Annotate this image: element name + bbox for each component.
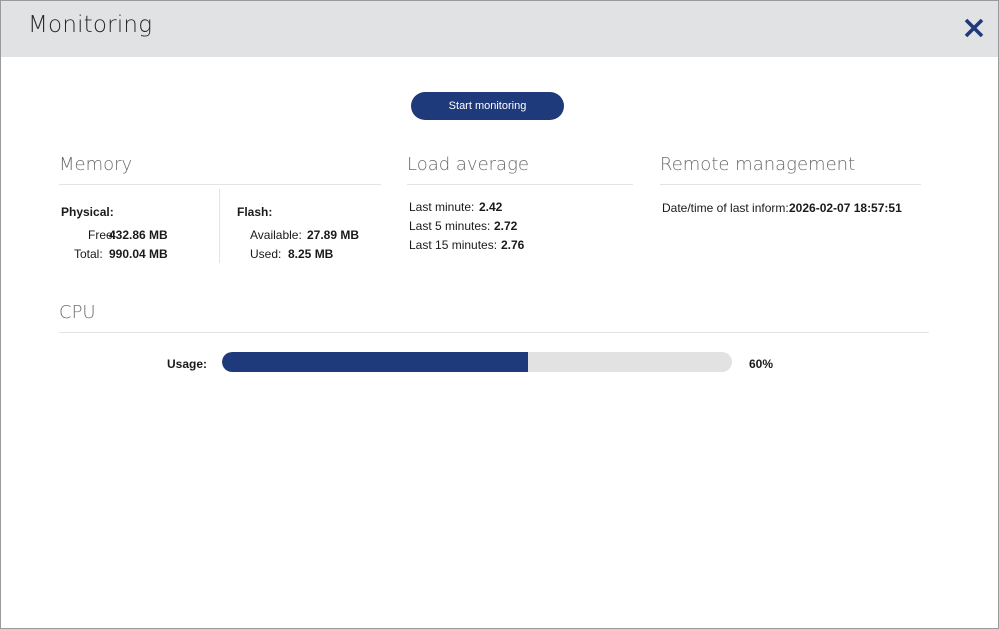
- remote-management-divider: [660, 184, 921, 185]
- flash-available-label: Available:: [250, 228, 302, 242]
- flash-used-value: 8.25 MB: [288, 247, 334, 261]
- physical-total-label: Total:: [74, 247, 103, 261]
- cpu-usage-label: Usage:: [167, 357, 208, 371]
- flash-available-value: 27.89 MB: [307, 228, 360, 242]
- dialog-title: Monitoring: [28, 12, 153, 38]
- start-monitoring-button[interactable]: Start monitoring: [411, 92, 564, 120]
- last-inform-value: 2026-02-07 18:57:51: [789, 201, 902, 215]
- load-last-minute-value: 2.42: [479, 200, 503, 214]
- flash-heading: Flash:: [237, 205, 273, 219]
- load-last-minute-label: Last minute:: [409, 200, 475, 214]
- last-inform-label: Date/time of last inform:: [662, 201, 789, 215]
- physical-total-value: 990.04 MB: [109, 247, 168, 261]
- flash-used-label: Used:: [250, 247, 282, 261]
- cpu-section-title: CPU: [59, 302, 96, 323]
- load-last-5-minutes-value: 2.72: [494, 219, 518, 233]
- load-last-15-minutes-label: Last 15 minutes:: [409, 238, 498, 252]
- close-button[interactable]: [961, 15, 987, 41]
- close-icon: [964, 18, 984, 38]
- remote-management-section-title: Remote management: [660, 154, 856, 175]
- load-last-15-minutes-value: 2.76: [501, 238, 525, 252]
- physical-heading: Physical:: [61, 205, 114, 219]
- load-last-5-minutes-label: Last 5 minutes:: [409, 219, 491, 233]
- monitoring-dialog: Monitoring Start monitoring Memory Physi…: [0, 0, 999, 629]
- load-average-divider: [407, 184, 633, 185]
- cpu-usage-percent: 60%: [749, 357, 774, 371]
- cpu-usage-bar-fill: [222, 352, 528, 372]
- load-average-section-title: Load average: [407, 154, 529, 175]
- physical-free-value: 432.86 MB: [109, 228, 168, 242]
- cpu-usage-bar: [222, 352, 732, 372]
- cpu-divider: [59, 332, 929, 333]
- dialog-header: Monitoring: [1, 1, 998, 57]
- memory-column-divider: [219, 189, 220, 263]
- memory-section-title: Memory: [59, 154, 133, 175]
- memory-divider: [59, 184, 381, 185]
